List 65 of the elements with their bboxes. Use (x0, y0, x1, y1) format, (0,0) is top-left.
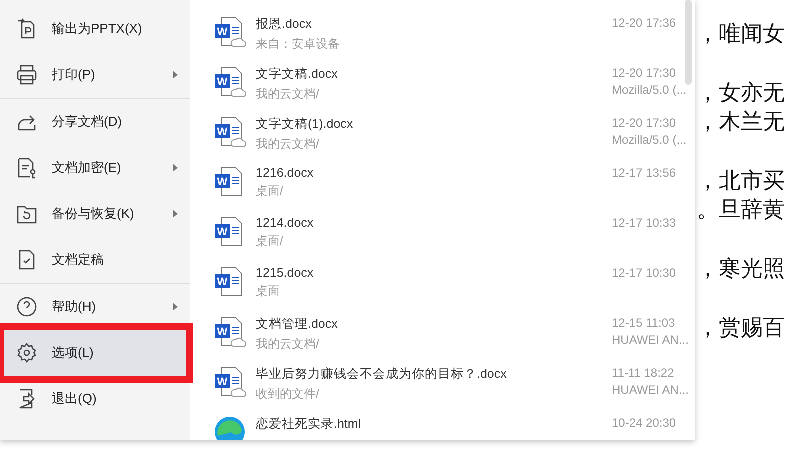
file-time: 12-17 13:56 (612, 166, 676, 180)
file-location: 来自：安卓设备 (256, 36, 341, 53)
menu-item[interactable]: 帮助(H) (0, 284, 190, 330)
file-row[interactable]: W 1216.docx 桌面/ 12-17 13:56 (190, 153, 695, 203)
document-key-icon (16, 157, 38, 179)
document-text-line: ，寒光照 (697, 256, 785, 284)
file-device: Mozilla/5.0 (... (612, 133, 687, 147)
file-time: 11-11 18:22 (612, 366, 676, 380)
menu-item[interactable]: 文档定稿 (0, 237, 190, 284)
file-row[interactable]: W 文字文稿(1).docx 我的云文档/ 12-20 17:30 Mozilla/5.0 (... (190, 103, 695, 153)
file-location: 桌面/ (256, 233, 284, 250)
browser-logo-icon (214, 416, 246, 440)
file-time: 12-20 17:36 (612, 16, 676, 30)
file-name: 报恩.docx (256, 16, 313, 33)
file-row[interactable]: W 报恩.docx 来自：安卓设备 12-20 17:36 (190, 3, 695, 53)
document-text-line: ，赏赐百 (697, 315, 785, 343)
scrollbar-thumb[interactable] (685, 0, 692, 85)
file-name: 文字文稿.docx (256, 66, 339, 83)
file-location: 桌面/ (256, 183, 284, 200)
help-icon (16, 296, 38, 318)
file-name: 1215.docx (256, 266, 315, 280)
file-location: 我的云文档/ (256, 336, 320, 353)
document-text-line: 。旦辞黄 (697, 197, 785, 225)
menu-item[interactable]: 退出(Q) (0, 376, 190, 422)
file-time: 12-20 17:30 (612, 66, 678, 80)
file-name: 毕业后努力赚钱会不会成为你的目标？.docx (256, 366, 508, 383)
file-time: 12-15 11:03 (612, 316, 676, 330)
document-text-line: ，木兰无 (697, 109, 785, 137)
file-device: HUAWEI AN... (612, 333, 689, 347)
settings-icon (16, 342, 38, 364)
file-time: 12-20 17:30 (612, 116, 678, 130)
file-row[interactable]: W 1214.docx 桌面/ 12-17 10:33 (190, 203, 695, 253)
menu-item[interactable]: 分享文档(D) (0, 99, 190, 145)
document-text-line: ，唯闻女 (697, 21, 785, 49)
menu-item[interactable]: 文档加密(E) (0, 145, 190, 191)
menu-item[interactable]: 输出为PPTX(X) (0, 6, 190, 52)
file-row[interactable]: W 文字文稿.docx 我的云文档/ 12-20 17:30 Mozilla/5.0 (... (190, 53, 695, 103)
file-time: 10-24 20:30 (612, 416, 676, 430)
file-location: 我的云文档/ (256, 136, 320, 153)
file-row[interactable]: 恋爱社死实录.html 10-24 20:30 (190, 403, 695, 440)
file-device: HUAWEI AN... (612, 383, 689, 397)
document-text-line: ，女亦无 (697, 80, 785, 108)
file-device: Mozilla/5.0 (... (612, 83, 687, 97)
file-location: 收到的文件/ (256, 386, 320, 403)
submenu-arrow-icon (173, 71, 178, 79)
submenu-arrow-icon (173, 303, 178, 311)
menu-item[interactable]: 备份与恢复(K) (0, 191, 190, 237)
file-name: 文字文稿(1).docx (256, 116, 354, 133)
file-time: 12-17 10:30 (612, 266, 676, 280)
file-location: 我的云文档/ (256, 86, 320, 103)
file-name: 1214.docx (256, 216, 315, 230)
file-time: 12-17 10:33 (612, 216, 676, 230)
file-name: 1216.docx (256, 166, 315, 180)
file-location: 桌面 (256, 283, 281, 300)
file-row[interactable]: W 毕业后努力赚钱会不会成为你的目标？.docx 收到的文件/ 11-11 18:22 HUAWEI AN... (190, 353, 695, 403)
file-row[interactable]: W 文档管理.docx 我的云文档/ 12-15 11:03 HUAWEI AN... (190, 303, 695, 353)
submenu-arrow-icon (173, 164, 178, 172)
document-text-line: ，北市买 (697, 168, 785, 196)
file-name: 恋爱社死实录.html (256, 416, 362, 433)
menu-item[interactable]: 选项(L) (4, 330, 186, 376)
submenu-arrow-icon (173, 210, 178, 218)
file-name: 文档管理.docx (256, 316, 339, 333)
printer-icon (16, 64, 38, 86)
file-row[interactable]: W 1215.docx 桌面 12-17 10:30 (190, 253, 695, 303)
menu-item[interactable]: 打印(P) (0, 52, 190, 99)
